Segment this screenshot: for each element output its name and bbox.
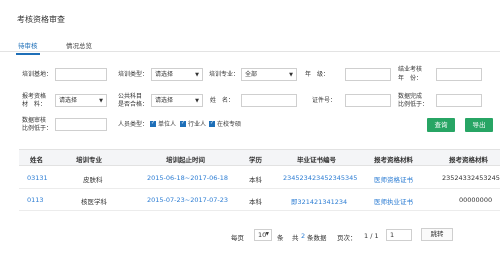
training-base-label: 培训基地： [22,71,53,78]
public-subject-select[interactable]: 请选择 ▼ [151,94,203,107]
export-button[interactable]: 导出 [465,118,493,132]
name-input[interactable] [241,94,297,107]
review-ratio-label-1: 数据审核 [22,117,47,124]
pager-jump-button[interactable]: 跳转 [421,228,453,241]
cell-name[interactable]: 03131 [27,174,48,182]
completion-year-input[interactable] [436,68,482,81]
completion-year-label-2: 年 份： [398,75,423,82]
cell-major: 核医学科 [81,198,107,206]
pager-total-suffix: 条数据 [307,234,327,242]
chevron-down-icon: ▼ [195,98,199,104]
col-material: 报考资格材料 [374,156,413,164]
exam-material-label-2: 材 料： [22,101,47,108]
grade-input[interactable] [345,68,391,81]
pager-total-prefix: 共 [292,234,299,242]
col-cert: 毕业证书编号 [297,156,336,164]
training-major-value: 全部 [245,71,258,78]
cell-degree: 本科 [249,176,262,184]
cell-period: 2015-06-18~2017-06-18 [147,174,228,182]
cell-material-2: 00000000 [459,196,493,204]
review-ratio-input[interactable] [55,118,107,131]
page-title: 考核资格审查 [17,15,65,24]
cell-material-link[interactable]: 医师资格证书 [374,174,413,184]
training-major-label: 培训专业： [209,71,240,78]
cell-material-link[interactable]: 医师执业证书 [374,196,413,206]
completion-ratio-input[interactable] [436,94,482,107]
public-subject-label-2: 是否合格： [118,101,149,108]
person-type-checkbox-unit[interactable] [150,120,156,127]
pager-per-page-label: 每页 [231,234,244,242]
public-subject-label-1: 公共科目 [118,93,143,100]
col-name: 姓名 [30,156,43,164]
table-header: 姓名 培训专业 培训起止时间 学历 毕业证书编号 报考资格材料 报考资格材料 [19,149,500,166]
col-major: 培训专业 [76,156,102,164]
cell-material-2: 235243324532453 [442,174,500,182]
exam-material-value: 请选择 [59,97,78,104]
public-subject-value: 请选择 [155,97,174,104]
grade-label: 年 级： [305,71,330,78]
chevron-down-icon: ▼ [289,72,293,78]
training-type-value: 请选择 [155,71,174,78]
review-ratio-label-2: 比例低于： [22,125,53,132]
tab-overview[interactable]: 情况总览 [66,40,92,50]
pager-jump-input[interactable]: 1 [386,229,412,241]
person-type-label: 人员类型： [118,121,149,128]
chevron-down-icon: ▼ [99,98,103,104]
person-type-option-industry: 行业人 [188,121,207,128]
col-degree: 学历 [249,156,262,164]
pager-per-page-select[interactable]: 10 ▼ [254,229,272,241]
training-major-select[interactable]: 全部 ▼ [241,68,297,81]
pager-page-value: 1 / 1 [364,232,379,240]
pager-page-label: 页次： [337,234,357,242]
completion-ratio-label-1: 数据完成 [398,93,423,100]
col-material-2: 报考资格材料 [449,156,488,164]
training-type-label: 培训类型： [118,71,149,78]
person-type-checkbox-industry[interactable] [180,120,186,127]
exam-material-label-1: 报考资格 [22,93,47,100]
cert-no-label: 证件号： [312,97,337,104]
person-type-option-student: 在校专硕 [217,121,242,128]
training-base-input[interactable] [55,68,107,81]
person-type-option-unit: 单位人 [158,121,177,128]
exam-material-select[interactable]: 请选择 ▼ [55,94,107,107]
tab-pending-review[interactable]: 待审核 [16,40,39,55]
table-row: 0113 核医学科 2015-07-23~2017-07-23 本科 即3214… [19,189,500,211]
name-label: 姓 名： [210,97,235,104]
completion-year-label-1: 结业考核 [398,66,423,73]
cert-no-input[interactable] [345,94,391,107]
chevron-down-icon: ▼ [265,232,269,237]
pager-unit: 条 [277,234,284,242]
table-row: 03131 皮肤科 2015-06-18~2017-06-18 本科 23452… [19,167,500,189]
cell-cert: 234523423452345345 [283,174,358,182]
pager-total-count: 2 [301,232,306,240]
training-type-select[interactable]: 请选择 ▼ [151,68,203,81]
query-button[interactable]: 查询 [427,118,455,132]
col-period: 培训起止时间 [166,156,205,164]
cell-major: 皮肤科 [83,176,103,184]
completion-ratio-label-2: 比例低于： [398,101,429,108]
cell-name[interactable]: 0113 [27,196,44,204]
cell-period: 2015-07-23~2017-07-23 [147,196,228,204]
tab-bar: 待审核 情况总览 [0,36,500,55]
chevron-down-icon: ▼ [195,72,199,78]
pager-jump-value: 1 [390,231,395,239]
cell-cert: 即321421341234 [291,198,348,206]
person-type-checkbox-student[interactable] [209,120,215,127]
cell-degree: 本科 [249,198,262,206]
